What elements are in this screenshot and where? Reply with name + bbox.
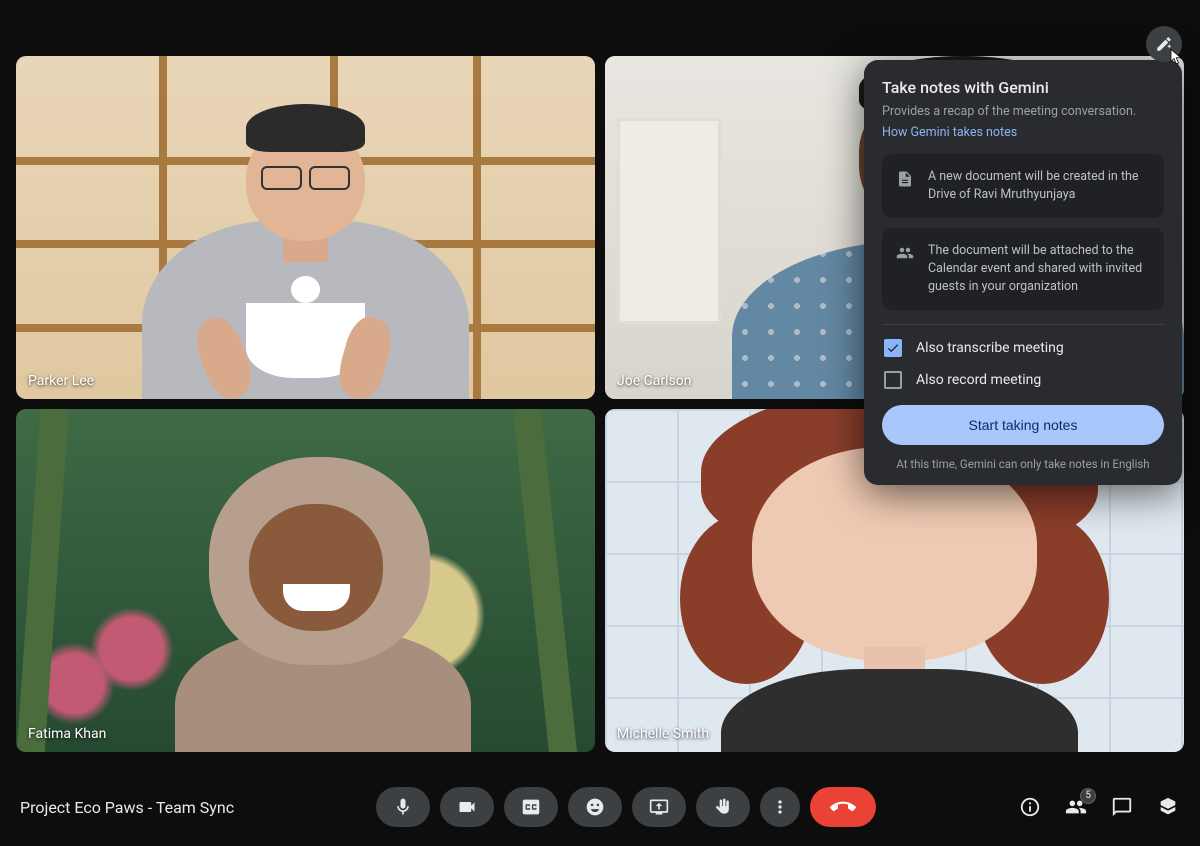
participant-count-badge: 5 bbox=[1080, 788, 1096, 804]
info-card-drive: A new document will be created in the Dr… bbox=[882, 154, 1164, 218]
info-card-text: The document will be attached to the Cal… bbox=[928, 243, 1142, 294]
people-share-icon bbox=[896, 244, 914, 262]
raise-hand-button[interactable] bbox=[696, 787, 750, 827]
call-controls bbox=[234, 787, 1018, 827]
participant-name: Michelle Smith bbox=[617, 726, 709, 742]
meeting-details-button[interactable] bbox=[1018, 795, 1042, 819]
checkbox-label: Also record meeting bbox=[916, 372, 1041, 388]
checkbox-icon bbox=[884, 371, 902, 389]
meeting-title: Project Eco Paws - Team Sync bbox=[20, 798, 234, 817]
panel-title: Take notes with Gemini bbox=[882, 78, 1164, 97]
start-taking-notes-button[interactable]: Start taking notes bbox=[882, 405, 1164, 445]
info-card-text: A new document will be created in the Dr… bbox=[928, 169, 1139, 202]
participant-tile[interactable]: Fatima Khan bbox=[16, 409, 595, 752]
participant-name: Joe Carlson bbox=[617, 373, 691, 389]
info-card-calendar: The document will be attached to the Cal… bbox=[882, 228, 1164, 310]
participant-name: Parker Lee bbox=[28, 373, 94, 389]
leave-call-button[interactable] bbox=[810, 787, 876, 827]
panel-subtitle: Provides a recap of the meeting conversa… bbox=[882, 103, 1164, 121]
panel-disclaimer: At this time, Gemini can only take notes… bbox=[882, 457, 1164, 471]
meeting-stage: Parker Lee Joe Carlson Fatima Khan Miche… bbox=[0, 0, 1200, 846]
cursor-icon bbox=[1168, 48, 1186, 66]
right-icon-bar: 5 bbox=[1018, 795, 1180, 819]
divider bbox=[882, 324, 1164, 325]
participant-name: Fatima Khan bbox=[28, 726, 106, 742]
activities-button[interactable] bbox=[1156, 795, 1180, 819]
checkbox-record[interactable]: Also record meeting bbox=[884, 371, 1164, 389]
chat-button[interactable] bbox=[1110, 795, 1134, 819]
participant-tile[interactable]: Parker Lee bbox=[16, 56, 595, 399]
more-options-button[interactable] bbox=[760, 787, 800, 827]
present-button[interactable] bbox=[632, 787, 686, 827]
document-icon bbox=[896, 170, 914, 188]
mic-button[interactable] bbox=[376, 787, 430, 827]
checkbox-icon bbox=[884, 339, 902, 357]
checkbox-transcribe[interactable]: Also transcribe meeting bbox=[884, 339, 1164, 357]
gemini-notes-panel: Take notes with Gemini Provides a recap … bbox=[864, 60, 1182, 485]
bottom-bar: Project Eco Paws - Team Sync bbox=[0, 768, 1200, 846]
people-button[interactable]: 5 bbox=[1064, 795, 1088, 819]
camera-button[interactable] bbox=[440, 787, 494, 827]
checkbox-label: Also transcribe meeting bbox=[916, 340, 1064, 356]
reactions-button[interactable] bbox=[568, 787, 622, 827]
captions-button[interactable] bbox=[504, 787, 558, 827]
how-gemini-link[interactable]: How Gemini takes notes bbox=[882, 125, 1017, 140]
